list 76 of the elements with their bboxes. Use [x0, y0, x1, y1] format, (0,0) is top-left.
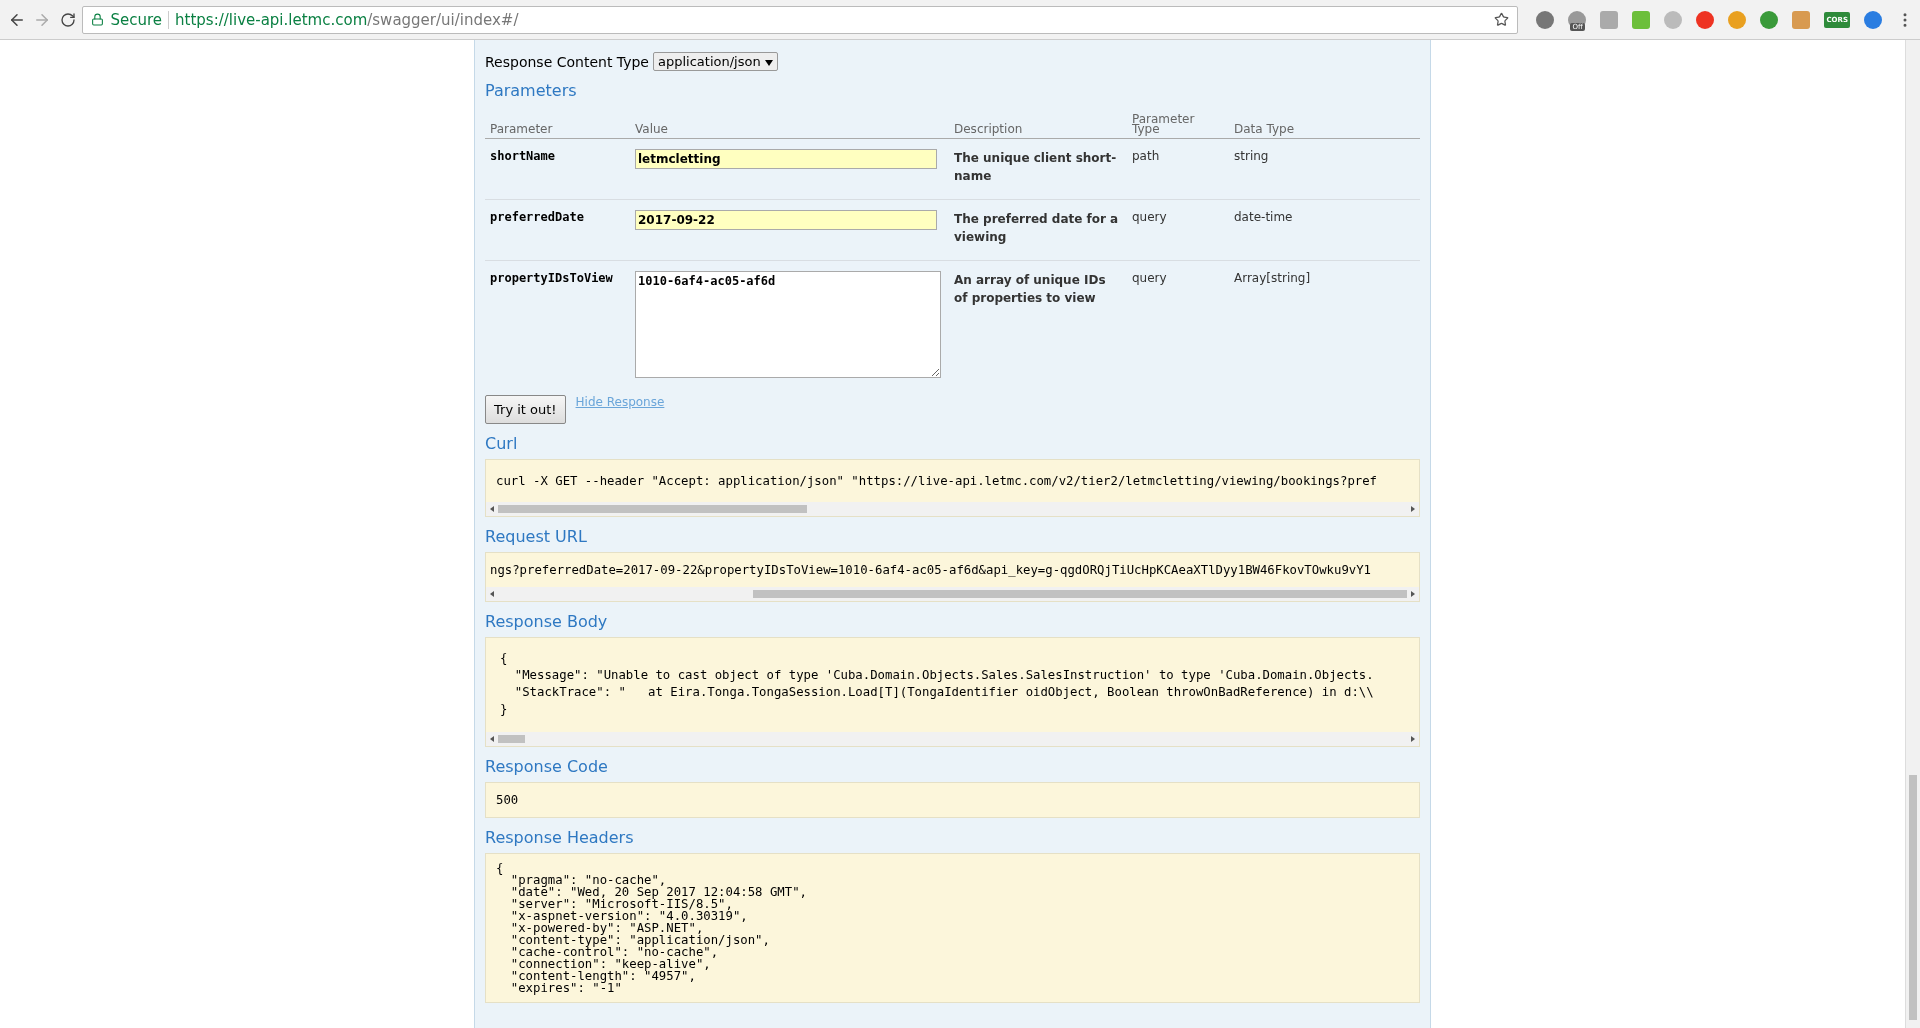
- extension-icon[interactable]: [1728, 10, 1747, 29]
- code-line: "expires": "-1": [509, 982, 622, 994]
- code-line: "x-aspnet-version": "4.0.30319",: [509, 910, 749, 922]
- column-header: Description: [949, 106, 1127, 139]
- section-title: Response Body: [485, 612, 609, 631]
- extension-icon[interactable]: [1536, 10, 1555, 29]
- section-title: Response Headers: [485, 828, 635, 847]
- code-line: "connection": "keep-alive",: [509, 958, 711, 970]
- code-line: curl -X GET --header "Accept: application/json" "https://live-api.letmc.com/v2/tier2/letmcletting/viewing/bookings?pref: [496, 473, 1378, 490]
- lock-icon: [91, 13, 105, 26]
- parameter-name: shortName: [490, 149, 556, 163]
- code-line: "Message": "Unable to cast object of type 'Cuba.Domain.Objects.Sales.SalesInstruction' to type 'Cuba.Domain.Objects.: [513, 667, 1375, 684]
- column-header: Parameter Type: [1127, 106, 1229, 139]
- parameter-type: query: [1132, 210, 1167, 224]
- star-icon[interactable]: [1494, 12, 1510, 27]
- code-line: "StackTrace": " at Eira.Tonga.TongaSession.Load[T](TongaIdentifier oidObject, Boolean throwOnBadReference) in d:\\: [513, 684, 1375, 701]
- code-line: 500: [496, 792, 520, 809]
- value-textarea[interactable]: 1010-6af4-ac05-af6d: [635, 271, 941, 378]
- page-scrollbar[interactable]: [1905, 40, 1920, 1028]
- section-title: Curl: [485, 434, 519, 453]
- data-type: string: [1234, 149, 1269, 163]
- scrollbar[interactable]: [486, 732, 1419, 746]
- code-line: ngs?preferredDate=2017-09-22&propertyIDsToView=1010-6af4-ac05-af6d&api_key=g-qgdORQjTiUcHpKCAeaXTlDyy1BW46FkovTOwku9vY1: [490, 562, 1372, 579]
- code-line: "content-length": "4957",: [509, 970, 696, 982]
- content-type-select[interactable]: application/json: [653, 52, 778, 71]
- parameter-description: An array of unique IDs of properties to view: [954, 272, 1107, 307]
- extension-icon[interactable]: [1600, 10, 1619, 29]
- data-type: Array[string]: [1234, 271, 1311, 285]
- parameter-name: propertyIDsToView: [490, 271, 613, 285]
- code-line: "content-type": "application/json",: [509, 934, 771, 946]
- scroll-left-icon[interactable]: [490, 591, 494, 597]
- parameter-type: query: [1132, 271, 1167, 285]
- parameter-description: The unique client short-name: [954, 150, 1118, 185]
- caret-icon: [764, 60, 773, 66]
- scrollbar[interactable]: [486, 502, 1419, 516]
- secure-label: Secure: [110, 10, 163, 29]
- code-line: "cache-control": "no-cache",: [509, 946, 719, 958]
- code-line: "pragma": "no-cache",: [509, 874, 668, 886]
- value-input[interactable]: 2017-09-22: [635, 210, 937, 230]
- address-bar[interactable]: Secure https://live-api.letmc.com/swagger/ui/index#/: [82, 5, 1519, 34]
- scrollbar[interactable]: [486, 587, 1419, 601]
- value-input[interactable]: letmcletting: [635, 149, 937, 169]
- scroll-thumb[interactable]: [752, 590, 1407, 598]
- section-title: Parameters: [485, 81, 578, 100]
- extension-icon[interactable]: [1664, 10, 1683, 29]
- extension-icon[interactable]: [1760, 10, 1779, 29]
- url-text: https://live-api.letmc.com/swagger/ui/index#/: [175, 10, 519, 29]
- scroll-left-icon[interactable]: [490, 736, 494, 742]
- parameter-type: path: [1132, 149, 1160, 163]
- extension-icon[interactable]: [1696, 10, 1715, 29]
- section-title: Request URL: [485, 527, 588, 546]
- code-line: "date": "Wed, 20 Sep 2017 12:04:58 GMT",: [509, 886, 808, 898]
- code-line: "x-powered-by": "ASP.NET",: [509, 922, 704, 934]
- scroll-thumb[interactable]: [498, 505, 808, 513]
- scroll-thumb[interactable]: [1909, 775, 1917, 1020]
- code-line: {: [496, 862, 505, 874]
- column-header: Parameter: [485, 106, 630, 139]
- code-line: "server": "Microsoft-IIS/8.5",: [509, 898, 733, 910]
- try-it-out-button[interactable]: Try it out!: [485, 395, 566, 424]
- scroll-left-icon[interactable]: [490, 506, 494, 512]
- scroll-right-icon[interactable]: [1411, 591, 1415, 597]
- parameter-description: The preferred date for a viewing: [954, 211, 1120, 246]
- column-header: Data Type: [1229, 106, 1420, 139]
- code-line: {: [500, 650, 509, 667]
- response-content-type-label: Response Content Type: [485, 53, 649, 70]
- scroll-right-icon[interactable]: [1411, 506, 1415, 512]
- extension-icon[interactable]: [1792, 10, 1811, 29]
- scroll-thumb[interactable]: [498, 735, 526, 743]
- parameter-name: preferredDate: [490, 210, 584, 224]
- code-line: }: [500, 701, 509, 718]
- scroll-right-icon[interactable]: [1411, 736, 1415, 742]
- section-title: Response Code: [485, 757, 609, 776]
- extension-icon[interactable]: [1864, 10, 1882, 29]
- column-header: Value: [630, 106, 949, 139]
- data-type: date-time: [1234, 210, 1293, 224]
- extension-icon[interactable]: [1632, 10, 1651, 29]
